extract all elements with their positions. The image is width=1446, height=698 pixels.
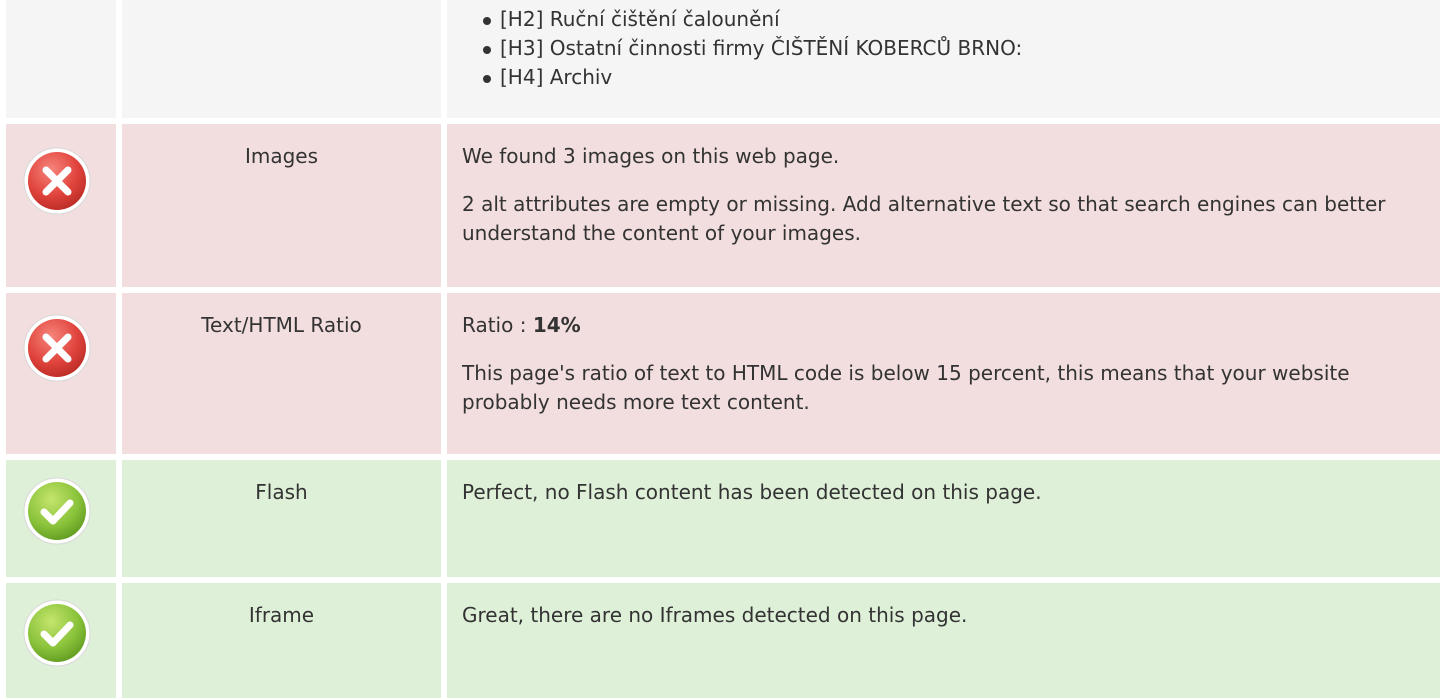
ratio-value: 14% <box>532 313 581 337</box>
list-item: [H2] Ruční čištění čalounění <box>462 5 1426 34</box>
headings-icon-cell <box>6 0 116 118</box>
ratio-prefix: Ratio : <box>462 313 533 337</box>
check-label: Images <box>244 144 319 168</box>
bullet-icon <box>483 75 491 83</box>
images-count-text: We found 3 images on this web page. <box>462 144 840 168</box>
check-label: Iframe <box>248 603 315 627</box>
heading-text: [H3] Ostatní činnosti firmy ČIŠTĚNÍ KOBE… <box>500 36 1023 60</box>
headings-body-cell: [H2] Ruční čištění čalounění [H3] Ostatn… <box>447 0 1440 118</box>
images-row: Images We found 3 images on this web pag… <box>0 124 1446 287</box>
flash-text: Perfect, no Flash content has been detec… <box>462 480 1042 504</box>
iframe-row: Iframe Great, there are no Iframes detec… <box>0 583 1446 698</box>
flash-row: Flash Perfect, no Flash content has been… <box>0 460 1446 577</box>
status-icon-cell <box>6 124 116 287</box>
images-label-cell: Images <box>122 124 441 287</box>
check-label: Flash <box>255 480 308 504</box>
flash-body-cell: Perfect, no Flash content has been detec… <box>447 460 1440 577</box>
iframe-body-cell: Great, there are no Iframes detected on … <box>447 583 1440 698</box>
ratio-body-cell: Ratio : 14% This page's ratio of text to… <box>447 293 1440 454</box>
iframe-label-cell: Iframe <box>122 583 441 698</box>
ratio-label-cell: Text/HTML Ratio <box>122 293 441 454</box>
status-icon-cell <box>6 583 116 698</box>
seo-report: [H2] Ruční čištění čalounění [H3] Ostatn… <box>0 0 1446 698</box>
status-icon-cell <box>6 460 116 577</box>
headings-row: [H2] Ruční čištění čalounění [H3] Ostatn… <box>0 0 1446 118</box>
ratio-description: This page's ratio of text to HTML code i… <box>462 361 1350 414</box>
status-icon-cell <box>6 293 116 454</box>
check-label: Text/HTML Ratio <box>201 313 362 337</box>
check-icon <box>23 599 91 667</box>
text-html-ratio-row: Text/HTML Ratio Ratio : 14% This page's … <box>0 293 1446 454</box>
heading-text: [H2] Ruční čištění čalounění <box>500 7 780 31</box>
bullet-icon <box>483 46 491 54</box>
headings-label-cell <box>122 0 441 118</box>
bullet-icon <box>483 17 491 25</box>
ratio-line: Ratio : 14% <box>462 293 1426 340</box>
error-x-icon <box>23 314 91 382</box>
check-icon <box>23 477 91 545</box>
iframe-text: Great, there are no Iframes detected on … <box>462 603 968 627</box>
error-x-icon <box>23 147 91 215</box>
images-alt-text: 2 alt attributes are empty or missing. A… <box>462 192 1386 245</box>
images-body-cell: We found 3 images on this web page. 2 al… <box>447 124 1440 287</box>
heading-text: [H4] Archiv <box>500 65 613 89</box>
headings-list: [H2] Ruční čištění čalounění [H3] Ostatn… <box>462 5 1426 92</box>
list-item: [H3] Ostatní činnosti firmy ČIŠTĚNÍ KOBE… <box>462 34 1426 63</box>
flash-label-cell: Flash <box>122 460 441 577</box>
list-item: [H4] Archiv <box>462 63 1426 92</box>
